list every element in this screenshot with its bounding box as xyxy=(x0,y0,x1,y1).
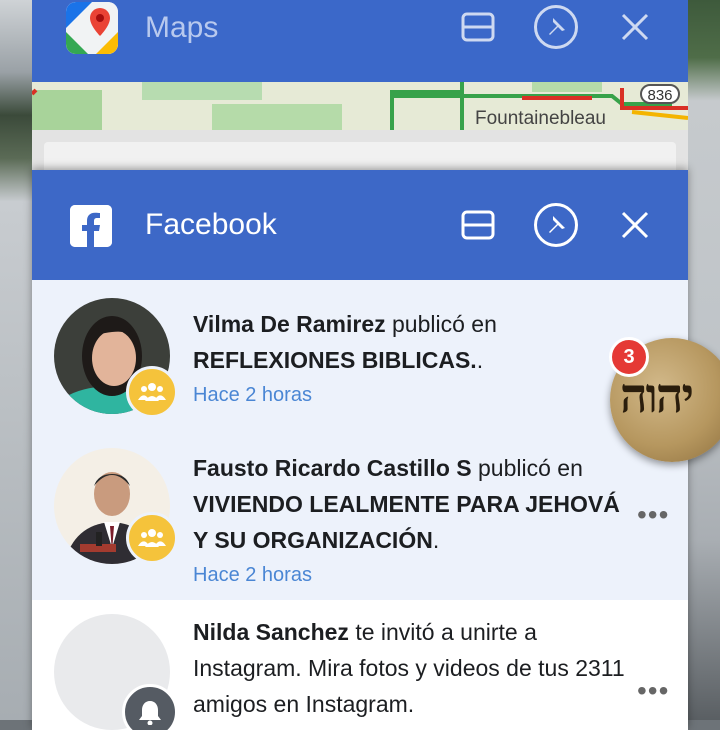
notification-action: publicó en xyxy=(471,455,583,481)
notification-author: Vilma De Ramirez xyxy=(193,311,386,337)
split-screen-icon[interactable] xyxy=(461,208,495,242)
maps-app-title: Maps xyxy=(145,11,219,44)
map-preview[interactable]: 836 Fountainebleau xyxy=(32,82,688,130)
notification-time: Hace 2 horas xyxy=(193,384,312,406)
notification-item[interactable]: Fausto Ricardo Castillo S publicó en VIV… xyxy=(32,432,688,600)
google-maps-logo xyxy=(66,2,118,54)
bell-icon xyxy=(122,684,178,730)
notification-suffix: . xyxy=(476,347,484,373)
pin-icon[interactable] xyxy=(534,5,578,49)
group-icon xyxy=(126,512,178,564)
notification-author: Nilda Sanchez xyxy=(193,619,349,645)
map-place-label: Fountainebleau xyxy=(475,108,606,129)
notification-text: Fausto Ricardo Castillo S publicó en VIV… xyxy=(193,450,628,592)
notification-item[interactable]: Nilda Sanchez te invitó a unirte a Insta… xyxy=(32,600,688,730)
notification-text: Nilda Sanchez te invitó a unirte a Insta… xyxy=(193,614,628,722)
more-options-icon[interactable]: ••• xyxy=(637,501,669,529)
notification-target: VIVIENDO LEALMENTE PARA JEHOVÁ Y SU ORGA… xyxy=(193,491,620,553)
facebook-app-title: Facebook xyxy=(145,208,277,241)
notification-author: Fausto Ricardo Castillo S xyxy=(193,455,472,481)
close-icon[interactable] xyxy=(618,208,652,242)
notification-suffix: . xyxy=(432,527,440,553)
facebook-titlebar[interactable]: Facebook xyxy=(32,170,688,280)
split-screen-icon[interactable] xyxy=(461,10,495,44)
notification-target: REFLEXIONES BIBLICAS. xyxy=(193,347,477,373)
pin-icon[interactable] xyxy=(534,203,578,247)
route-number-badge: 836 xyxy=(640,84,680,104)
close-icon[interactable] xyxy=(618,10,652,44)
notification-text: Vilma De Ramirez publicó en REFLEXIONES … xyxy=(193,306,628,412)
notification-item[interactable]: Vilma De Ramirez publicó en REFLEXIONES … xyxy=(32,280,688,432)
notification-time: Hace 2 horas xyxy=(193,564,312,586)
maps-titlebar[interactable]: Maps xyxy=(32,0,688,82)
group-icon xyxy=(126,366,178,418)
facebook-logo xyxy=(70,205,112,247)
unread-count-badge: 3 xyxy=(609,337,649,377)
more-options-icon[interactable]: ••• xyxy=(637,677,669,705)
notification-action: publicó en xyxy=(385,311,497,337)
facebook-window[interactable]: Facebook Vilma De Ramirez publicó en REF… xyxy=(32,170,688,730)
